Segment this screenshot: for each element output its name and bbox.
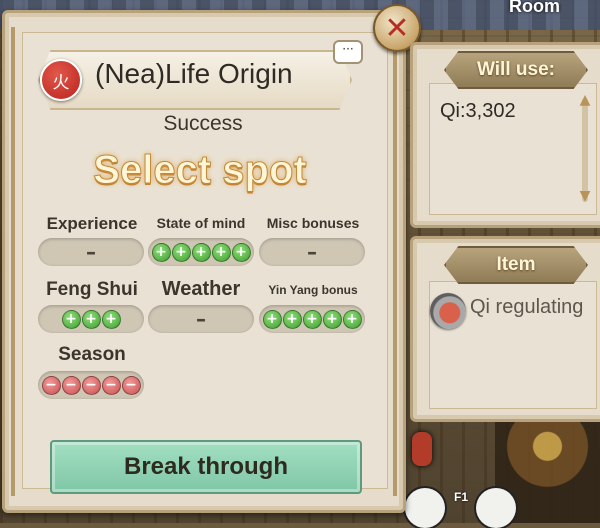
- item-heading: Item: [496, 254, 536, 275]
- fire-element-icon: 火: [40, 59, 82, 101]
- will-use-scrollbar[interactable]: [582, 98, 588, 202]
- bonus-minus-pip: −: [101, 375, 121, 395]
- hotkey-label: F1: [454, 490, 469, 504]
- bonus-slot-weather: –: [148, 305, 254, 333]
- will-use-heading: Will use:: [477, 59, 555, 80]
- break-through-button[interactable]: Break through: [50, 440, 362, 494]
- bonus-plus-pip: +: [342, 309, 362, 329]
- panel-rail: [393, 27, 397, 496]
- bonus-label-state-of-mind: State of mind: [156, 215, 246, 231]
- bonus-plus-pip: +: [211, 242, 231, 262]
- scroll-down-icon[interactable]: ▼: [575, 188, 595, 204]
- panel-rail: [11, 27, 15, 496]
- item-heading-plate: Item: [444, 246, 588, 284]
- scroll-up-icon[interactable]: ▲: [575, 92, 595, 108]
- bonus-minus-pip: −: [121, 375, 141, 395]
- result-text: Success: [163, 112, 243, 135]
- bonus-plus-pip: +: [262, 309, 282, 329]
- bonus-label-misc: Misc bonuses: [266, 215, 360, 231]
- bonus-slot-misc: –: [259, 238, 365, 266]
- bonus-value: –: [86, 240, 96, 264]
- item-name[interactable]: Qi regulating: [470, 296, 583, 319]
- qi-regulating-pill-bowl-icon[interactable]: [430, 293, 466, 329]
- bonus-label-yin-yang: Yin Yang bonus: [268, 283, 358, 297]
- bonus-minus-pip: −: [61, 375, 81, 395]
- bonus-plus-pip: +: [302, 309, 322, 329]
- bonus-plus-pip: +: [151, 242, 171, 262]
- bonus-plus-pip: +: [171, 242, 191, 262]
- lantern-sprite: [412, 432, 432, 466]
- bonus-plus-pip: +: [322, 309, 342, 329]
- character-portrait[interactable]: [476, 488, 516, 528]
- bonus-value: –: [307, 240, 317, 264]
- qi-cost: Qi:3,302: [440, 100, 516, 122]
- bonus-label-weather: Weather: [161, 278, 241, 300]
- bonus-value: –: [196, 307, 206, 331]
- bonus-plus-pip: +: [231, 242, 251, 262]
- room-label: Room: [509, 0, 560, 16]
- bonus-label-season: Season: [58, 344, 126, 365]
- bonus-slot-feng-shui: + + +: [38, 305, 144, 333]
- bonus-slot-season: − − − − −: [38, 371, 144, 399]
- bonus-plus-pip: +: [61, 309, 81, 329]
- select-spot-heading: Select spot: [93, 148, 307, 193]
- will-use-heading-plate: Will use:: [444, 51, 588, 89]
- bonus-slot-state-of-mind: + + + + +: [148, 238, 254, 266]
- bonus-label-feng-shui: Feng Shui: [46, 279, 138, 300]
- bonus-plus-pip: +: [191, 242, 211, 262]
- character-portrait[interactable]: [405, 488, 445, 528]
- break-through-label: Break through: [123, 453, 288, 480]
- bonus-slot-yin-yang: + + + + +: [259, 305, 365, 333]
- bonus-slot-experience: –: [38, 238, 144, 266]
- chat-bubble-icon[interactable]: ···: [333, 40, 363, 64]
- bonus-plus-pip: +: [81, 309, 101, 329]
- bonus-plus-pip: +: [282, 309, 302, 329]
- bonus-minus-pip: −: [41, 375, 61, 395]
- bonus-label-experience: Experience: [46, 214, 138, 233]
- bonus-minus-pip: −: [81, 375, 101, 395]
- cultivator-name: (Nea)Life Origin: [95, 58, 293, 89]
- bonus-plus-pip: +: [101, 309, 121, 329]
